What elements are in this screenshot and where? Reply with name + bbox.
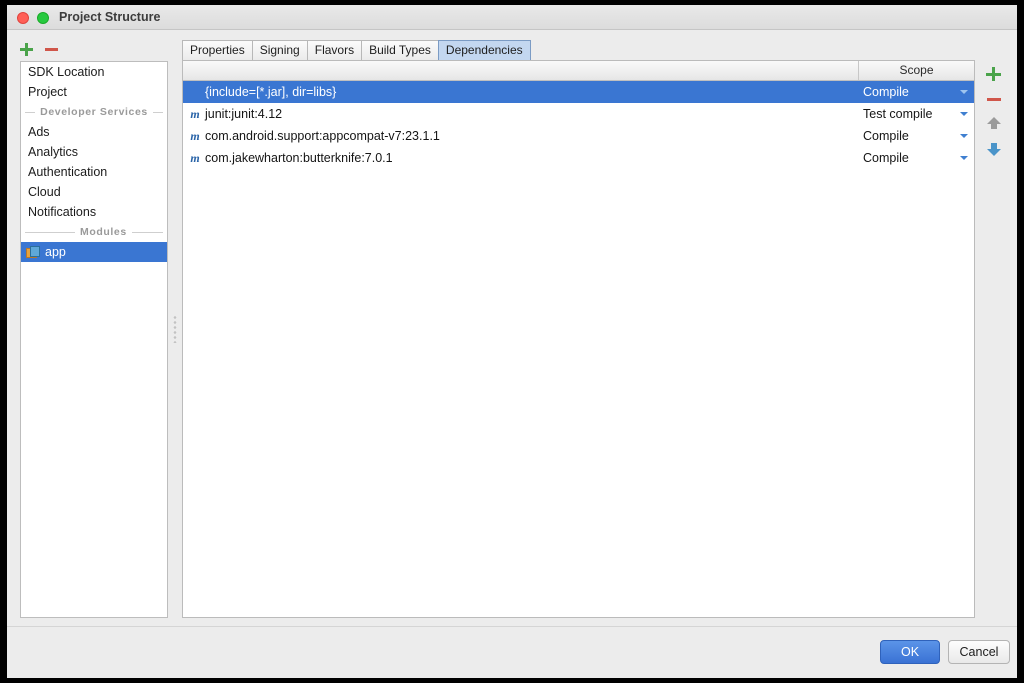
module-icon: [26, 245, 40, 259]
cancel-button[interactable]: Cancel: [948, 640, 1010, 664]
sidebar-item-label: Ads: [28, 125, 50, 139]
cell-dependency-name: m com.android.support:appcompat-v7:23.1.…: [183, 129, 859, 143]
chevron-down-icon[interactable]: [960, 112, 968, 116]
remove-module-icon[interactable]: [44, 42, 59, 57]
move-down-button[interactable]: [983, 139, 1005, 159]
cell-dependency-name: m junit:junit:4.12: [183, 107, 859, 121]
sidebar-item-label: SDK Location: [28, 65, 105, 79]
sidebar-list: SDK Location Project Developer Services …: [20, 61, 168, 618]
dependency-name-text: com.android.support:appcompat-v7:23.1.1: [205, 129, 440, 143]
sidebar-item-authentication[interactable]: Authentication: [21, 162, 167, 182]
separator-line-left: [25, 111, 36, 113]
title-bar: Project Structure: [7, 5, 1017, 30]
tab-bar: Properties Signing Flavors Build Types D…: [182, 39, 531, 60]
right-pane: Properties Signing Flavors Build Types D…: [177, 31, 1009, 618]
sidebar-item-notifications[interactable]: Notifications: [21, 202, 167, 222]
add-module-icon[interactable]: [19, 42, 34, 57]
sidebar-item-cloud[interactable]: Cloud: [21, 182, 167, 202]
sidebar-separator-developer-services: Developer Services: [21, 102, 167, 122]
maven-icon: m: [190, 107, 200, 121]
chevron-down-icon[interactable]: [960, 156, 968, 160]
dependency-name-text: com.jakewharton:butterknife:7.0.1: [205, 151, 393, 165]
separator-label: Modules: [79, 226, 127, 238]
sidebar-item-project[interactable]: Project: [21, 82, 167, 102]
column-header-scope[interactable]: Scope: [859, 61, 974, 80]
table-row[interactable]: m com.android.support:appcompat-v7:23.1.…: [183, 125, 974, 147]
tab-build-types[interactable]: Build Types: [361, 40, 439, 60]
tab-label: Signing: [259, 43, 300, 57]
sidebar-item-app[interactable]: app: [21, 242, 167, 262]
tab-flavors[interactable]: Flavors: [306, 40, 363, 60]
scope-value: Compile: [863, 129, 909, 143]
window-title: Project Structure: [59, 10, 161, 24]
column-header-name[interactable]: [183, 61, 859, 80]
chevron-down-icon[interactable]: [960, 90, 968, 94]
cell-scope[interactable]: Test compile: [859, 103, 974, 125]
table-row[interactable]: m {include=[*.jar], dir=libs} Compile: [183, 81, 974, 103]
zoom-window-button[interactable]: [37, 12, 49, 24]
arrow-down-icon: [987, 149, 1001, 156]
tab-label: Flavors: [314, 43, 355, 57]
left-pane: SDK Location Project Developer Services …: [7, 31, 170, 626]
remove-dependency-button[interactable]: [983, 89, 1005, 109]
ok-button[interactable]: OK: [880, 640, 940, 664]
cell-scope[interactable]: Compile: [859, 81, 974, 103]
dialog-footer: OK Cancel: [7, 626, 1017, 678]
separator-line-right: [131, 231, 163, 233]
cell-dependency-name: m {include=[*.jar], dir=libs}: [183, 85, 859, 99]
sidebar-item-label: Authentication: [28, 165, 108, 179]
tab-dependencies[interactable]: Dependencies: [437, 40, 531, 60]
tab-signing[interactable]: Signing: [251, 40, 308, 60]
sidebar-item-ads[interactable]: Ads: [21, 122, 167, 142]
separator-line-left: [25, 231, 75, 233]
project-structure-dialog: Project Structure SDK Location Project D…: [7, 5, 1017, 678]
separator-label: Developer Services: [40, 106, 148, 118]
sidebar-item-sdk-location[interactable]: SDK Location: [21, 62, 167, 82]
move-up-button[interactable]: [983, 114, 1005, 134]
table-row[interactable]: m junit:junit:4.12 Test compile: [183, 103, 974, 125]
tab-properties[interactable]: Properties: [182, 40, 253, 60]
dialog-body: SDK Location Project Developer Services …: [7, 31, 1017, 626]
sidebar-item-label: Cloud: [28, 185, 61, 199]
dependencies-table: Scope m {include=[*.jar], dir=libs} Comp…: [182, 60, 975, 618]
add-dependency-button[interactable]: [983, 64, 1005, 84]
scope-value: Compile: [863, 151, 909, 165]
sidebar-separator-modules: Modules: [21, 222, 167, 242]
cell-dependency-name: m com.jakewharton:butterknife:7.0.1: [183, 151, 859, 165]
scope-value: Compile: [863, 85, 909, 99]
chevron-down-icon[interactable]: [960, 134, 968, 138]
maven-icon: m: [190, 151, 200, 165]
table-header-row: Scope: [183, 61, 974, 81]
dependencies-region: Scope m {include=[*.jar], dir=libs} Comp…: [182, 60, 1009, 618]
sidebar-item-label: Notifications: [28, 205, 97, 219]
sidebar-item-label: app: [45, 245, 66, 259]
close-window-button[interactable]: [17, 12, 29, 24]
cell-scope[interactable]: Compile: [859, 147, 974, 169]
tab-label: Dependencies: [445, 43, 523, 57]
maven-icon-placeholder: m: [189, 86, 201, 98]
tab-label: Properties: [190, 43, 245, 57]
sidebar-item-label: Analytics: [28, 145, 79, 159]
dependencies-toolbar: [979, 60, 1009, 618]
sidebar-item-analytics[interactable]: Analytics: [21, 142, 167, 162]
scope-value: Test compile: [863, 107, 933, 121]
table-row[interactable]: m com.jakewharton:butterknife:7.0.1 Comp…: [183, 147, 974, 169]
maven-icon: m: [190, 129, 200, 143]
separator-line-right: [152, 111, 164, 113]
cell-scope[interactable]: Compile: [859, 125, 974, 147]
dependency-name-text: junit:junit:4.12: [205, 107, 283, 121]
tab-label: Build Types: [369, 43, 431, 57]
sidebar-toolbar: [19, 37, 59, 61]
dependency-name-text: {include=[*.jar], dir=libs}: [205, 85, 337, 99]
sidebar-item-label: Project: [28, 85, 67, 99]
